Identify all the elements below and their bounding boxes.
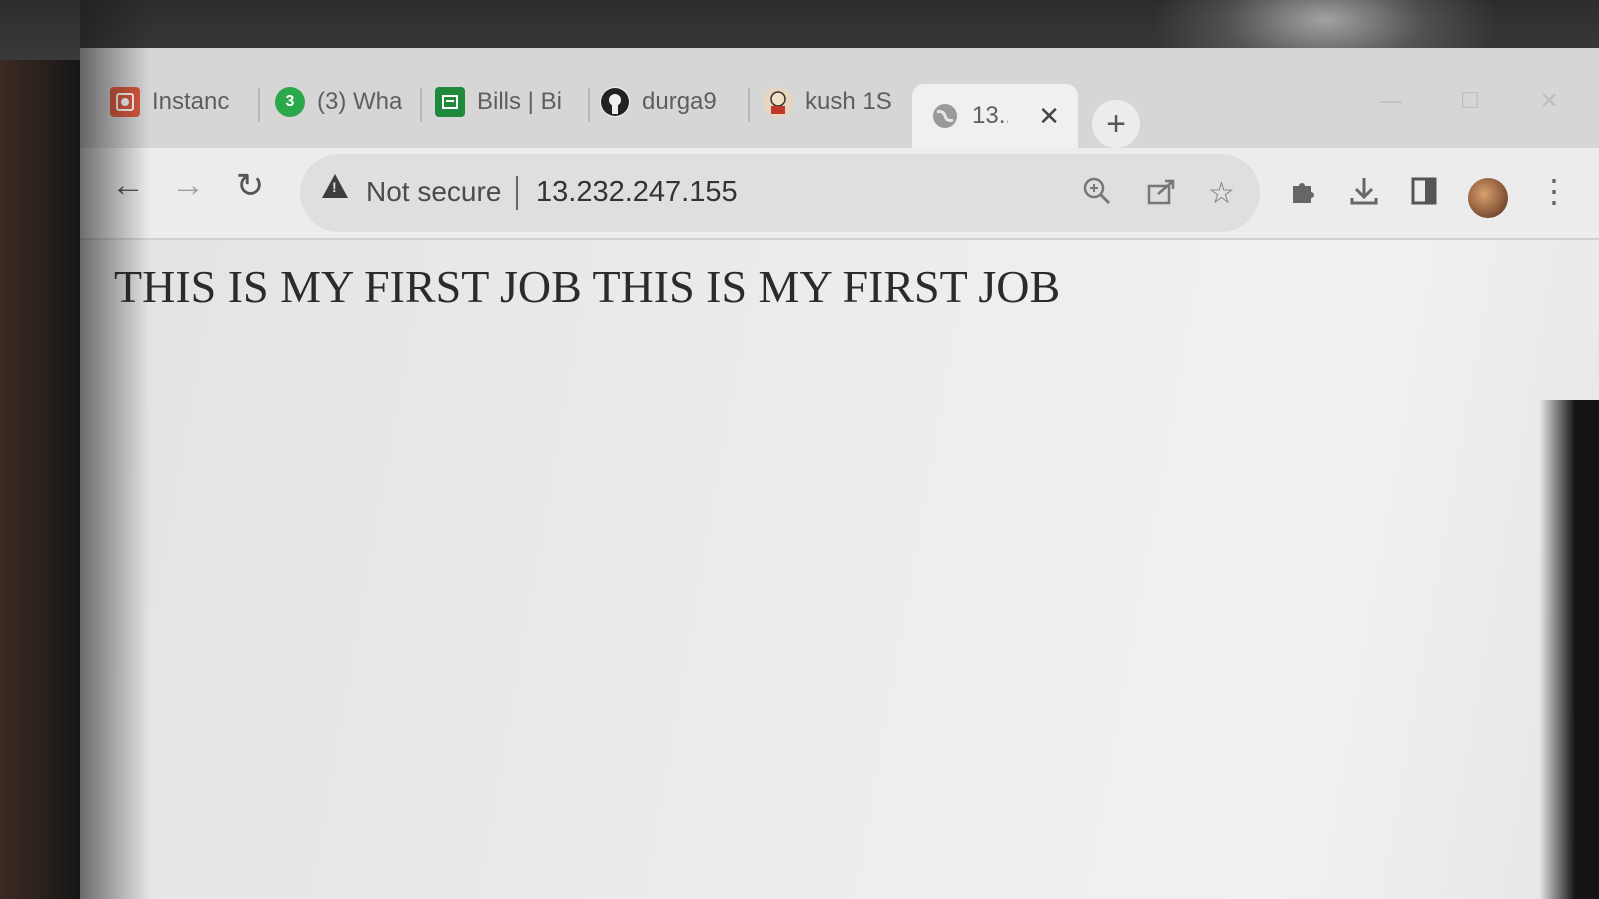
new-tab-button[interactable]: + (1092, 100, 1140, 148)
tab-label: (3) Wha (317, 88, 403, 115)
tab-separator (258, 88, 260, 122)
tab-strip: Instanc 3 (3) Wha Bills | Bi durga9 kush… (80, 48, 1599, 148)
url-divider (516, 176, 518, 210)
maximize-icon[interactable]: ☐ (1460, 88, 1480, 114)
zoom-icon[interactable] (1082, 176, 1112, 214)
tab-bills[interactable]: Bills | Bi (435, 76, 585, 128)
bill-icon (435, 87, 465, 117)
browser-toolbar: ← → ↻ Not secure 13.232.247.155 ☆ ⋮ (80, 148, 1599, 240)
monitor-bezel-right (1539, 400, 1599, 899)
tab-label: Instanc (152, 88, 230, 115)
tab-jenkins[interactable]: kush 1S (763, 76, 913, 128)
jenkins-icon (763, 87, 793, 117)
whatsapp-icon: 3 (275, 87, 305, 117)
forward-icon[interactable]: → (168, 166, 208, 205)
close-window-icon[interactable]: ✕ (1540, 88, 1558, 114)
page-content: THIS IS MY FIRST JOB THIS IS MY FIRST JO… (80, 240, 1599, 899)
github-icon (600, 87, 630, 117)
tab-label: Bills | Bi (477, 88, 562, 115)
download-icon[interactable] (1348, 176, 1380, 214)
tab-github[interactable]: durga9 (600, 76, 750, 128)
monitor-bezel-left (80, 0, 150, 899)
page-heading-text: THIS IS MY FIRST JOB THIS IS MY FIRST JO… (114, 261, 1061, 312)
url-text[interactable]: 13.232.247.155 (536, 176, 738, 209)
tab-separator (588, 88, 590, 122)
tab-label: durga9 (642, 88, 717, 115)
minimize-icon[interactable]: — (1380, 88, 1402, 114)
side-panel-icon[interactable] (1410, 176, 1438, 214)
menu-icon[interactable]: ⋮ (1538, 172, 1570, 210)
globe-icon (930, 101, 960, 131)
address-bar[interactable]: Not secure 13.232.247.155 ☆ (300, 154, 1260, 232)
warning-icon[interactable] (322, 174, 348, 198)
tab-active-ip[interactable]: 13.. ✕ (912, 84, 1078, 148)
share-icon[interactable] (1146, 176, 1178, 214)
reload-icon[interactable]: ↻ (230, 166, 270, 206)
tab-separator (420, 88, 422, 122)
close-tab-icon[interactable]: ✕ (1038, 101, 1060, 132)
security-status[interactable]: Not secure (366, 176, 501, 208)
tab-whatsapp[interactable]: 3 (3) Wha (275, 76, 415, 128)
extensions-icon[interactable] (1288, 176, 1318, 214)
profile-avatar[interactable] (1468, 178, 1508, 218)
notification-badge: 3 (285, 93, 295, 110)
bookmark-star-icon[interactable]: ☆ (1208, 176, 1235, 211)
browser-window: Instanc 3 (3) Wha Bills | Bi durga9 kush… (80, 48, 1599, 899)
tab-label: 13.. (972, 102, 1009, 129)
tab-label: kush 1S (805, 88, 892, 115)
tab-separator (748, 88, 750, 122)
